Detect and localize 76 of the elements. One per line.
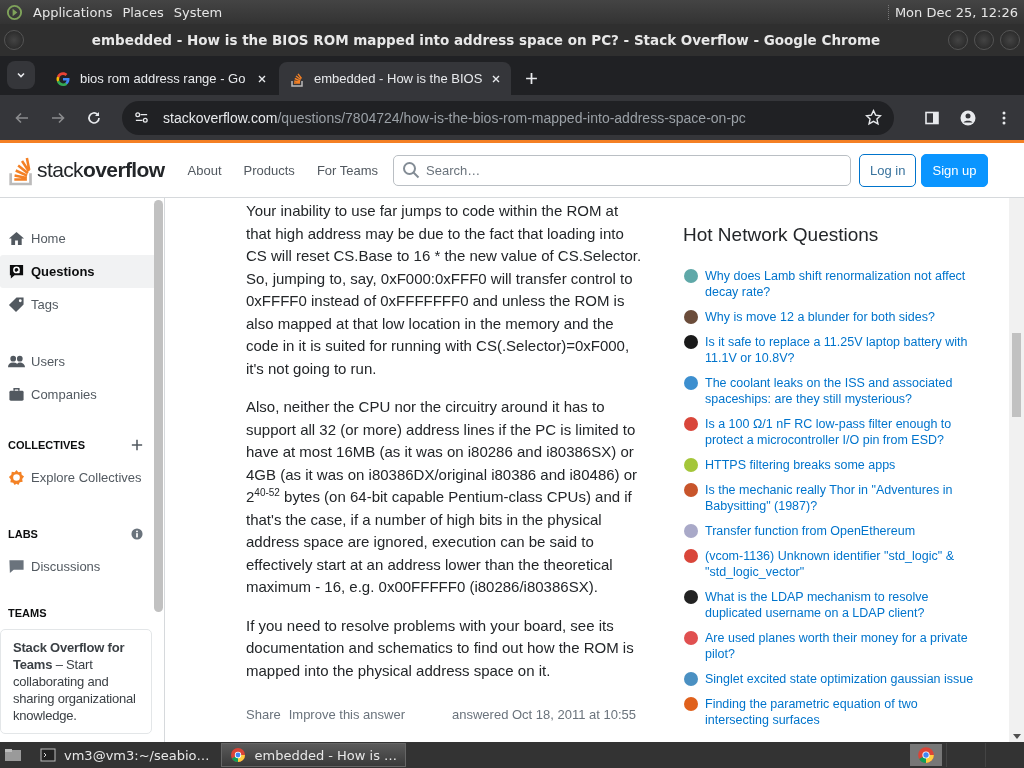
question-link[interactable]: Transfer function from OpenEthereum bbox=[705, 523, 980, 539]
collectives-icon bbox=[8, 469, 25, 486]
promo-text: Stack Overflow for Teams – Start collaborating and sharing organizational knowledge. bbox=[13, 639, 137, 724]
hot-network-heading: Hot Network Questions bbox=[683, 224, 880, 246]
sidebar-item[interactable]: Home bbox=[0, 222, 154, 255]
panel-clock[interactable]: Mon Dec 25, 12:26 bbox=[887, 4, 1018, 20]
question-link[interactable]: What is the LDAP mechanism to resolve duplicated username on a LDAP client? bbox=[705, 589, 980, 621]
sidebar-item[interactable]: Discussions bbox=[0, 550, 154, 583]
login-button[interactable]: Log in bbox=[859, 153, 917, 187]
stack-icon bbox=[289, 70, 305, 87]
section-heading: LABS bbox=[8, 528, 38, 540]
answer-action-link[interactable]: Share bbox=[246, 707, 281, 722]
scrollbar-thumb[interactable] bbox=[1012, 333, 1021, 417]
taskbar-task[interactable]: embedded - How is … bbox=[221, 743, 407, 767]
nav-link[interactable]: Products bbox=[232, 162, 306, 178]
bookmark-star-icon[interactable] bbox=[865, 109, 882, 126]
question-link[interactable]: (vcom-1136) Unknown identifier "std_logic" & "std_logic_vector" bbox=[705, 548, 980, 580]
sidebar-item[interactable]: Companies bbox=[0, 378, 154, 411]
site-logo[interactable]: stackoverflow bbox=[8, 154, 165, 186]
answer-action-link[interactable]: Improve this answer bbox=[288, 707, 406, 722]
answer-paragraph: Your inability to use far jumps to code within the ROM at that high address may be due to the fact that loading into CS will reset CS.Base to 16 * the new value of CS.Selector. So, jumping to, say, 0xF000:0xFFF0 will transfer control to 0xFFFF0 instead of 0xFFFFFFF0 and unless the ROM is also mapped at that low location in the memory and the code in it is suited for running with CS(.Selector)=0xF000, it's not going to run. bbox=[246, 201, 642, 379]
site-settings-icon[interactable] bbox=[134, 110, 149, 125]
page-scrollbar[interactable] bbox=[1009, 198, 1024, 742]
chat-icon bbox=[8, 558, 25, 575]
panel-menu[interactable]: System bbox=[173, 4, 223, 20]
terminal-icon bbox=[40, 747, 56, 763]
answered-date: answered Oct 18, 2011 at 10:55 bbox=[452, 707, 637, 722]
question-link[interactable]: Why does Lamb shift renormalization not affect decay rate? bbox=[705, 268, 980, 300]
scrollbar-thumb[interactable] bbox=[154, 200, 163, 612]
nav-link[interactable]: About bbox=[176, 162, 233, 178]
side-panel-icon[interactable] bbox=[924, 109, 940, 126]
google-icon bbox=[55, 70, 71, 87]
question-link[interactable]: Is a 100 Ω/1 nF RC low-pass filter enough to protect a microcontroller I/O pin from ESD? bbox=[705, 416, 980, 448]
new-tab-icon[interactable] bbox=[525, 72, 538, 85]
question-link[interactable]: Is the mechanic really Thor in "Adventures in Babysitting" (1987)? bbox=[705, 482, 980, 514]
question-link[interactable]: Finding the parametric equation of two intersecting surfaces bbox=[705, 696, 980, 728]
briefcase-icon bbox=[8, 386, 25, 403]
panel-menu[interactable]: Places bbox=[122, 4, 164, 20]
profile-icon[interactable] bbox=[960, 109, 976, 126]
show-desktop-icon[interactable] bbox=[4, 748, 22, 762]
question-link[interactable]: Are used planes worth their money for a private pilot? bbox=[705, 630, 980, 662]
panel-menu[interactable]: Applications bbox=[33, 4, 113, 20]
scroll-down-icon[interactable] bbox=[1013, 734, 1021, 739]
tag-icon bbox=[8, 296, 25, 313]
sidebar-item[interactable]: Questions bbox=[0, 255, 154, 288]
users-icon bbox=[8, 353, 25, 370]
taskbar-task[interactable]: vm3@vm3:~/seabio… bbox=[32, 744, 218, 766]
nav-link[interactable]: For Teams bbox=[305, 162, 390, 178]
question-link[interactable]: Is it safe to replace a 11.25V laptop battery with 11.1V or 10.8V? bbox=[705, 334, 980, 366]
question-link[interactable]: The coolant leaks on the ISS and associated spaceships: are they still mysterious? bbox=[705, 375, 980, 407]
chrome-icon bbox=[230, 747, 247, 763]
sidebar-item[interactable]: Tags bbox=[0, 288, 154, 321]
plus-icon[interactable] bbox=[131, 439, 143, 451]
sidebar-item[interactable]: Users bbox=[0, 345, 154, 378]
section-heading: TEAMS bbox=[8, 607, 47, 619]
distro-logo-icon[interactable] bbox=[6, 3, 23, 21]
question-link[interactable]: HTTPS filtering breaks some apps bbox=[705, 457, 980, 473]
address-bar[interactable]: stackoverflow.com/questions/7804724/how-is-the-bios-rom-mapped-into-address-space-on-pc bbox=[122, 100, 894, 135]
sidebar-item[interactable]: Explore Collectives bbox=[0, 461, 154, 494]
answer-paragraph: Also, neither the CPU nor the circuitry around it has to support all 32 (or more) address lines if the PC is limited to have at most 16MB (as it was on i80286 and i80386SX) or 4GB (as it was on i80386DX/original i80386 and i80486) or 2$^{40-52}$ bytes (on 64-bit capable Pentium-class CPUs) and if that's the case, if a number of high bits in the physical address space are ignored, execution can be said to effectively start at an address lower than the theoretical maximum - 16, e.g. 0x00FFFFF0 (i80286/i80386SX). bbox=[246, 397, 639, 597]
chrome-icon[interactable] bbox=[910, 744, 942, 766]
answer-paragraph: If you need to resolve problems with your board, see its documentation and schematics to find out how the ROM is mapped into the physical address space on it. bbox=[246, 615, 635, 681]
question-link[interactable]: Why is move 12 a blunder for both sides? bbox=[705, 309, 980, 325]
info-icon[interactable] bbox=[131, 528, 143, 540]
question-link[interactable]: Singlet excited state optimization gaussian issue bbox=[705, 671, 980, 687]
window-title: embedded - How is the BIOS ROM mapped into address space on PC? - Stack Overflow - Google Chrome bbox=[90, 32, 882, 48]
browser-tab[interactable]: bios rom address range - Go bbox=[45, 62, 277, 95]
close-icon[interactable] bbox=[257, 73, 267, 84]
section-heading: COLLECTIVES bbox=[8, 439, 85, 451]
browser-tab[interactable]: embedded - How is the BIOS bbox=[279, 62, 511, 95]
reload-icon[interactable] bbox=[86, 109, 102, 126]
home-icon bbox=[8, 230, 25, 247]
close-icon[interactable] bbox=[491, 73, 502, 84]
search-field[interactable]: Search… bbox=[393, 154, 852, 186]
tab-search-button[interactable] bbox=[7, 61, 35, 89]
speech-bubble-icon bbox=[8, 263, 25, 280]
